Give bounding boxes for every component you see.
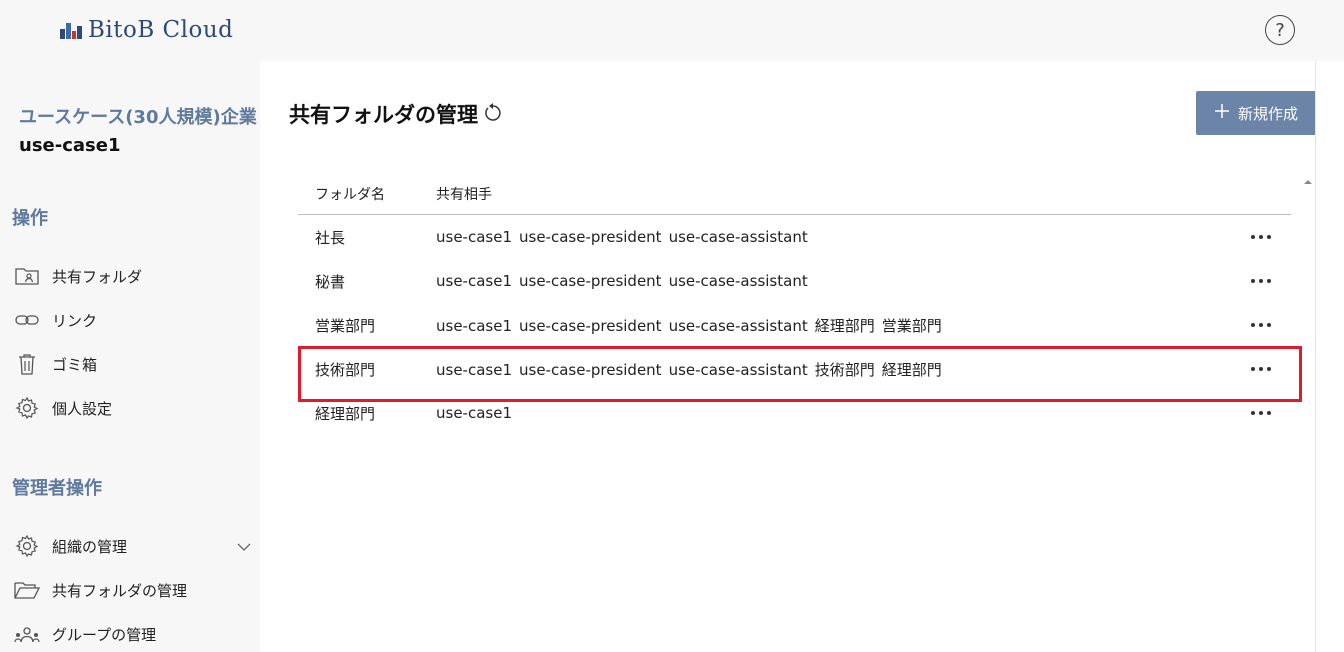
share-member: use-case-president <box>519 316 662 335</box>
chevron-down-icon[interactable] <box>236 537 252 556</box>
share-cell: use-case1 <box>436 404 1231 422</box>
table-row[interactable]: 社長 use-case1 use-case-president use-case-a… <box>298 215 1291 259</box>
sidebar-item-label: 共有フォルダ <box>52 267 143 286</box>
share-member: 技術部門 <box>814 360 875 379</box>
sidebar-item-label: 個人設定 <box>52 399 113 418</box>
share-member: use-case-president <box>519 360 662 379</box>
logo-mark-icon <box>60 21 82 39</box>
sidebar-item-shared-folder-management[interactable]: 共有フォルダの管理 <box>14 575 254 605</box>
share-member: 経理部門 <box>814 316 875 335</box>
sidebar-item-link[interactable]: リンク <box>14 305 254 335</box>
column-header-folder-name: フォルダ名 <box>315 186 385 203</box>
folder-name-cell: 営業部門 <box>315 316 376 335</box>
gear-icon <box>14 395 40 421</box>
folder-name-cell: 社長 <box>315 228 346 247</box>
sidebar-item-label: 組織の管理 <box>52 537 128 556</box>
table-row-highlighted[interactable]: 技術部門 use-case1 use-case-president use-case… <box>298 346 1302 402</box>
more-options-button[interactable] <box>1231 279 1291 283</box>
folder-name-cell: 秘書 <box>315 272 346 291</box>
sidebar-item-label: グループの管理 <box>52 625 157 644</box>
share-cell: use-case1 use-case-president use-case-assi… <box>436 359 1231 380</box>
more-icon <box>1251 279 1271 283</box>
sidebar-item-label: 共有フォルダの管理 <box>52 581 188 600</box>
share-member: use-case1 <box>436 316 512 335</box>
more-options-button[interactable] <box>1231 367 1291 371</box>
operations-section-title: 操作 <box>12 208 48 229</box>
share-cell: use-case1 use-case-president use-case-assi… <box>436 272 1231 290</box>
refresh-icon[interactable] <box>482 101 504 128</box>
more-icon <box>1251 323 1271 327</box>
column-header-share: 共有相手 <box>436 186 492 203</box>
sidebar: ユースケース(30人規模)企業 use-case1 操作 共有フォルダ リンク … <box>0 61 260 652</box>
folder-name-cell: 経理部門 <box>315 404 376 423</box>
table-header: フォルダ名 共有相手 <box>298 173 1291 215</box>
share-member: use-case-president <box>519 228 662 246</box>
folder-open-icon <box>14 577 40 603</box>
sidebar-item-label: ゴミ箱 <box>52 355 98 374</box>
admin-section-title: 管理者操作 <box>12 478 102 499</box>
sidebar-item-personal-settings[interactable]: 個人設定 <box>14 393 254 423</box>
user-name: use-case1 <box>19 135 121 156</box>
share-member: use-case-assistant <box>668 316 808 335</box>
new-folder-button-label: 新規作成 <box>1237 104 1298 123</box>
top-bar: BitoB Cloud ? <box>0 0 1344 61</box>
page-title-text: 共有フォルダの管理 <box>289 103 478 127</box>
more-options-button[interactable] <box>1231 235 1291 239</box>
organization-name: ユースケース(30人規模)企業 <box>19 107 257 128</box>
share-member: use-case-assistant <box>668 272 808 290</box>
folder-name-cell: 技術部門 <box>315 360 376 379</box>
more-icon <box>1251 411 1271 415</box>
sidebar-item-group-management[interactable]: グループの管理 <box>14 619 254 649</box>
shared-folder-table: フォルダ名 共有相手 社長 use-case1 use-case-presiden… <box>298 173 1302 435</box>
share-member: use-case-assistant <box>668 228 808 246</box>
help-button[interactable]: ? <box>1265 15 1295 45</box>
sidebar-item-label: リンク <box>52 311 98 330</box>
logo-text: BitoB Cloud <box>88 17 234 43</box>
link-icon <box>14 307 40 333</box>
more-options-button[interactable] <box>1231 323 1291 327</box>
sidebar-item-trash[interactable]: ゴミ箱 <box>14 349 254 379</box>
share-member: use-case1 <box>436 360 512 379</box>
more-options-button[interactable] <box>1231 411 1291 415</box>
share-cell: use-case1 use-case-president use-case-assi… <box>436 228 1231 246</box>
share-member: 営業部門 <box>881 316 942 335</box>
more-icon <box>1251 367 1271 371</box>
share-cell: use-case1 use-case-president use-case-assi… <box>436 315 1231 336</box>
shared-folder-icon <box>14 263 40 289</box>
gear-icon <box>14 533 40 559</box>
share-member: use-case1 <box>436 404 512 422</box>
page-title: 共有フォルダの管理 <box>289 99 504 129</box>
share-member: use-case-president <box>519 272 662 290</box>
share-member: use-case-assistant <box>668 360 808 379</box>
scroll-up-icon[interactable] <box>1303 172 1313 184</box>
logo[interactable]: BitoB Cloud <box>60 14 233 46</box>
table-row[interactable]: 経理部門 use-case1 <box>298 391 1291 435</box>
more-icon <box>1251 235 1271 239</box>
sidebar-item-organization[interactable]: 組織の管理 <box>14 531 254 561</box>
share-member: use-case1 <box>436 272 512 290</box>
sidebar-item-shared-folder[interactable]: 共有フォルダ <box>14 261 254 291</box>
table-row[interactable]: 秘書 use-case1 use-case-president use-case-a… <box>298 259 1291 303</box>
plus-icon <box>1214 103 1230 123</box>
table-row[interactable]: 営業部門 use-case1 use-case-president use-case… <box>298 303 1291 347</box>
trash-icon <box>14 351 40 377</box>
new-folder-button[interactable]: 新規作成 <box>1196 91 1316 135</box>
share-member: use-case1 <box>436 228 512 246</box>
main-content: 共有フォルダの管理 新規作成 フォルダ名 共有相手 社長 use-case1 us… <box>260 61 1344 652</box>
scrollbar-track[interactable] <box>1315 61 1316 652</box>
share-member: 経理部門 <box>881 360 942 379</box>
group-icon <box>14 621 40 647</box>
